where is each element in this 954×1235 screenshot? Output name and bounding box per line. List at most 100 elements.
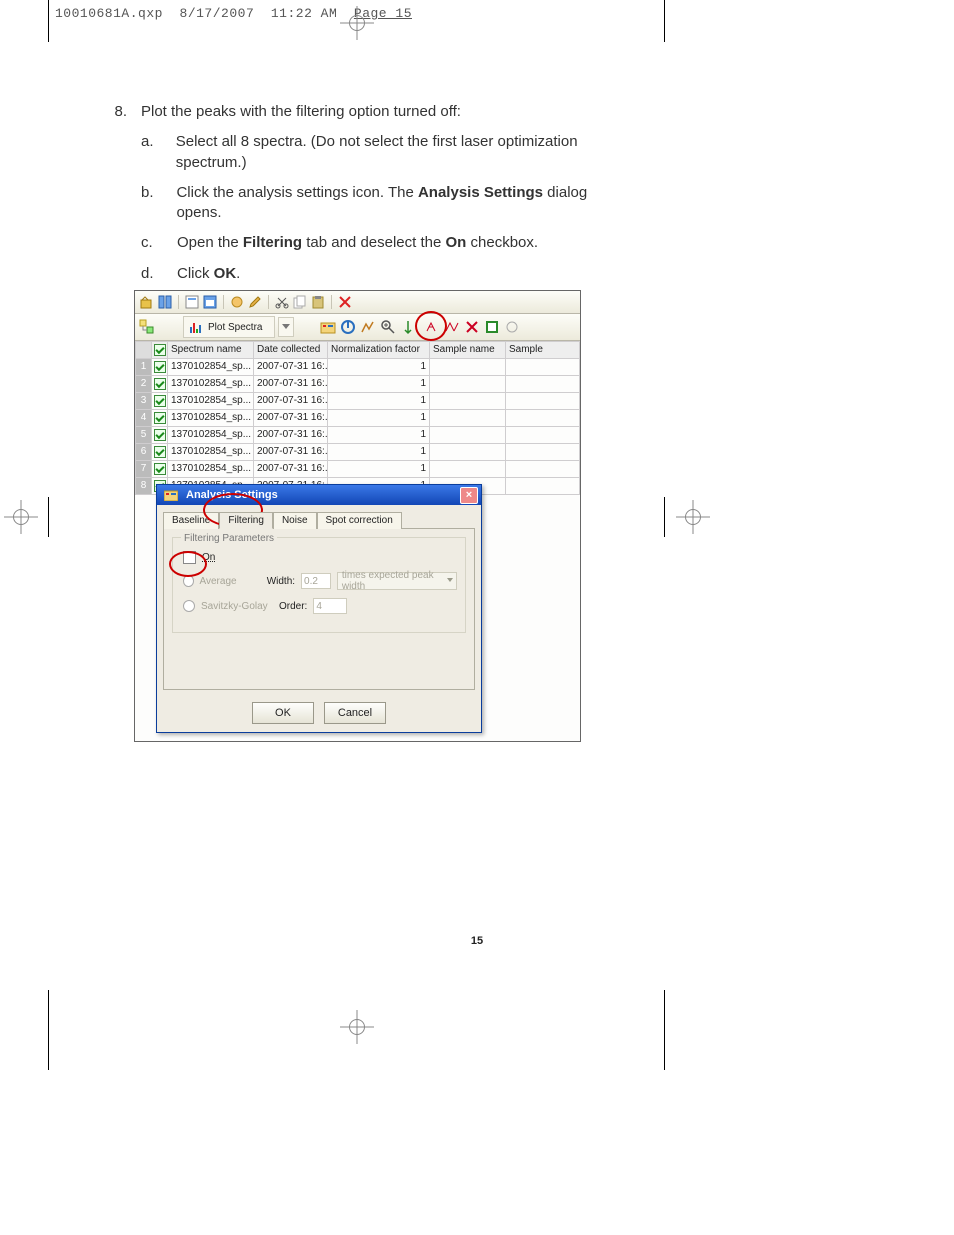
delete-icon[interactable] — [337, 294, 353, 310]
tool-icon[interactable] — [247, 294, 263, 310]
tab-baseline[interactable]: Baseline — [163, 512, 219, 529]
row-number: 4 — [136, 410, 152, 427]
ok-button[interactable]: OK — [252, 702, 314, 724]
toolbar-primary — [135, 291, 580, 314]
tool-icon[interactable] — [139, 294, 155, 310]
table-row[interactable]: 71370102854_sp...2007-07-31 16:...1 — [136, 461, 580, 478]
plot-spectra-button[interactable]: Plot Spectra — [183, 316, 275, 338]
cell-sample-name — [430, 444, 506, 461]
copy-icon[interactable] — [292, 294, 308, 310]
cut-icon[interactable] — [274, 294, 290, 310]
substep-text: Select all 8 spectra. (Do not select the… — [176, 132, 625, 173]
row-checkbox[interactable] — [152, 461, 168, 478]
tool-icon[interactable] — [184, 294, 200, 310]
tool-icon[interactable] — [444, 319, 460, 335]
tab-spot-correction[interactable]: Spot correction — [317, 512, 402, 529]
tool-icon[interactable] — [340, 319, 356, 335]
tool-icon[interactable] — [484, 319, 500, 335]
substep-letter: c. — [141, 233, 163, 253]
tool-icon[interactable] — [229, 294, 245, 310]
tool-icon[interactable] — [424, 319, 440, 335]
row-number: 6 — [136, 444, 152, 461]
tab-page: Filtering Parameters On Average Width: 0… — [163, 528, 475, 690]
tool-icon[interactable] — [202, 294, 218, 310]
filtering-parameters-group: Filtering Parameters On Average Width: 0… — [172, 537, 466, 633]
dialog-icon — [164, 489, 178, 501]
substep-text: Click OK. — [177, 264, 240, 284]
table-row[interactable]: 61370102854_sp...2007-07-31 16:...1 — [136, 444, 580, 461]
cell-date: 2007-07-31 16:... — [254, 444, 328, 461]
cell-sample — [506, 478, 580, 495]
cell-spectrum-name: 1370102854_sp... — [168, 427, 254, 444]
row-number: 8 — [136, 478, 152, 495]
cell-sample — [506, 393, 580, 410]
table-row[interactable]: 51370102854_sp...2007-07-31 16:...1 — [136, 427, 580, 444]
tool-icon[interactable] — [464, 319, 480, 335]
cell-date: 2007-07-31 16:... — [254, 359, 328, 376]
registration-mark — [4, 500, 38, 534]
close-button[interactable]: × — [460, 487, 478, 504]
width-unit-select[interactable]: times expected peak width — [337, 572, 457, 590]
col-spectrum-name[interactable]: Spectrum name — [168, 342, 254, 359]
tool-icon[interactable] — [400, 319, 416, 335]
substep-letter: a. — [141, 132, 162, 173]
col-sample[interactable]: Sample — [506, 342, 580, 359]
col-normalization-factor[interactable]: Normalization factor — [328, 342, 430, 359]
cell-sample — [506, 359, 580, 376]
on-label: On — [202, 552, 215, 563]
cell-sample-name — [430, 461, 506, 478]
tool-icon[interactable] — [360, 319, 376, 335]
row-checkbox[interactable] — [152, 444, 168, 461]
table-header-row: Spectrum name Date collected Normalizati… — [136, 342, 580, 359]
analysis-settings-icon[interactable] — [320, 319, 336, 335]
select-all-checkbox[interactable] — [152, 342, 168, 359]
cancel-button[interactable]: Cancel — [324, 702, 386, 724]
tool-icon[interactable] — [157, 294, 173, 310]
width-label: Width: — [267, 576, 295, 587]
cell-sample-name — [430, 393, 506, 410]
step-number: 8. — [105, 102, 127, 122]
cell-normalization: 1 — [328, 393, 430, 410]
registration-mark — [676, 500, 710, 534]
cell-sample — [506, 427, 580, 444]
cell-spectrum-name: 1370102854_sp... — [168, 410, 254, 427]
table-row[interactable]: 31370102854_sp...2007-07-31 16:...1 — [136, 393, 580, 410]
table-row[interactable]: 41370102854_sp...2007-07-31 16:...1 — [136, 410, 580, 427]
substep-text: Click the analysis settings icon. The An… — [176, 183, 625, 224]
col-date-collected[interactable]: Date collected — [254, 342, 328, 359]
cell-sample — [506, 461, 580, 478]
cell-date: 2007-07-31 16:... — [254, 410, 328, 427]
tree-icon[interactable] — [139, 319, 155, 335]
tab-filtering[interactable]: Filtering — [219, 512, 273, 529]
on-checkbox[interactable] — [183, 551, 196, 564]
cell-normalization: 1 — [328, 444, 430, 461]
cell-sample — [506, 410, 580, 427]
zoom-icon[interactable] — [380, 319, 396, 335]
substep-letter: d. — [141, 264, 163, 284]
col-sample-name[interactable]: Sample name — [430, 342, 506, 359]
instruction-block: 8. Plot the peaks with the filtering opt… — [105, 102, 625, 284]
cell-sample — [506, 376, 580, 393]
crop-line — [48, 990, 49, 1070]
cell-sample-name — [430, 427, 506, 444]
row-checkbox[interactable] — [152, 393, 168, 410]
cell-normalization: 1 — [328, 427, 430, 444]
average-radio[interactable] — [183, 575, 194, 587]
row-checkbox[interactable] — [152, 376, 168, 393]
savitzky-golay-label: Savitzky-Golay — [201, 601, 273, 612]
cell-sample-name — [430, 359, 506, 376]
order-label: Order: — [279, 601, 307, 612]
plot-spectra-dropdown[interactable] — [278, 317, 294, 337]
width-input[interactable]: 0.2 — [301, 573, 331, 589]
row-checkbox[interactable] — [152, 427, 168, 444]
table-row[interactable]: 21370102854_sp...2007-07-31 16:...1 — [136, 376, 580, 393]
order-input[interactable]: 4 — [313, 598, 347, 614]
row-checkbox[interactable] — [152, 359, 168, 376]
paste-icon[interactable] — [310, 294, 326, 310]
table-row[interactable]: 11370102854_sp...2007-07-31 16:...1 — [136, 359, 580, 376]
cell-date: 2007-07-31 16:... — [254, 461, 328, 478]
tab-noise[interactable]: Noise — [273, 512, 317, 529]
savitzky-golay-radio[interactable] — [183, 600, 195, 612]
row-checkbox[interactable] — [152, 410, 168, 427]
tool-icon[interactable] — [504, 319, 520, 335]
